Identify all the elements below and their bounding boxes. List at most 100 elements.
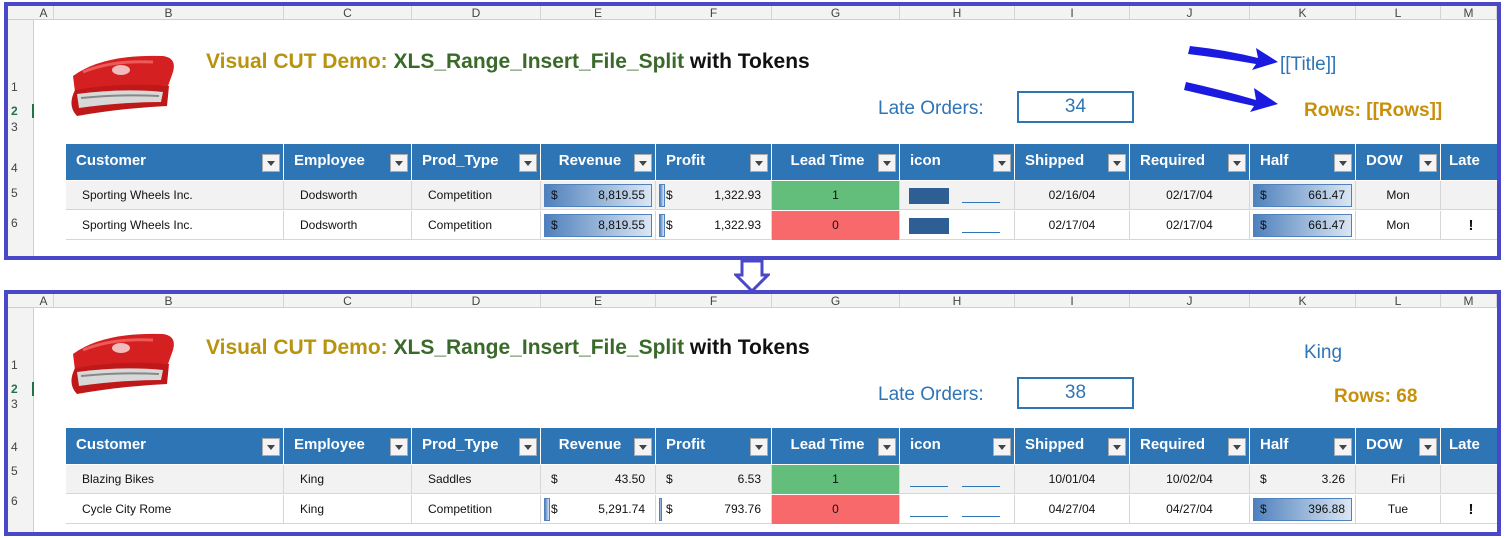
filter-dropdown-icon[interactable]	[1334, 154, 1352, 172]
cell-late[interactable]	[1441, 465, 1497, 494]
row-header-1[interactable]: 1	[8, 358, 34, 372]
header-profit[interactable]: Profit	[656, 428, 772, 464]
column-header-l[interactable]: L	[1356, 294, 1441, 308]
header-dow[interactable]: DOW	[1356, 428, 1441, 464]
column-header-l[interactable]: L	[1356, 6, 1441, 20]
column-header-d[interactable]: D	[412, 294, 541, 308]
filter-dropdown-icon[interactable]	[262, 154, 280, 172]
row-header-4[interactable]: 4	[8, 440, 34, 454]
cell-shipped[interactable]: 02/17/04	[1015, 211, 1130, 240]
cell-customer[interactable]: Sporting Wheels Inc.	[66, 211, 284, 240]
column-header-j[interactable]: J	[1130, 294, 1250, 308]
filter-dropdown-icon[interactable]	[750, 438, 768, 456]
cell-customer[interactable]: Sporting Wheels Inc.	[66, 181, 284, 210]
header-employee[interactable]: Employee	[284, 428, 412, 464]
cell-customer[interactable]: Blazing Bikes	[66, 465, 284, 494]
column-header-c[interactable]: C	[284, 6, 412, 20]
filter-dropdown-icon[interactable]	[634, 438, 652, 456]
header-prod-type[interactable]: Prod_Type	[412, 144, 541, 180]
filter-dropdown-icon[interactable]	[993, 438, 1011, 456]
cell-required[interactable]: 02/17/04	[1130, 211, 1250, 240]
header-customer[interactable]: Customer	[66, 428, 284, 464]
cell-dow[interactable]: Tue	[1356, 495, 1441, 524]
row-header-1[interactable]: 1	[8, 80, 34, 94]
header-icon[interactable]: icon	[900, 428, 1015, 464]
cell-half[interactable]: $3.26	[1250, 465, 1356, 494]
header-customer[interactable]: Customer	[66, 144, 284, 180]
cell-revenue[interactable]: $8,819.55	[541, 211, 656, 240]
cell-half[interactable]: $661.47	[1250, 211, 1356, 240]
filter-dropdown-icon[interactable]	[1228, 154, 1246, 172]
column-header-g[interactable]: G	[772, 6, 900, 20]
filter-dropdown-icon[interactable]	[993, 154, 1011, 172]
cell-required[interactable]: 02/17/04	[1130, 181, 1250, 210]
cell-lead-time[interactable]: 1	[772, 181, 900, 210]
cell-revenue[interactable]: $5,291.74	[541, 495, 656, 524]
column-header-m[interactable]: M	[1441, 294, 1497, 308]
filter-dropdown-icon[interactable]	[1334, 438, 1352, 456]
header-revenue[interactable]: Revenue	[541, 144, 656, 180]
header-lead-time[interactable]: Lead Time	[772, 428, 900, 464]
cell-employee[interactable]: King	[284, 465, 412, 494]
column-header-e[interactable]: E	[541, 6, 656, 20]
column-header-j[interactable]: J	[1130, 6, 1250, 20]
cell-shipped[interactable]: 04/27/04	[1015, 495, 1130, 524]
filter-dropdown-icon[interactable]	[750, 154, 768, 172]
header-required[interactable]: Required	[1130, 144, 1250, 180]
cell-required[interactable]: 04/27/04	[1130, 495, 1250, 524]
cell-profit[interactable]: $1,322.93	[656, 211, 772, 240]
header-late[interactable]: Late	[1441, 428, 1497, 464]
filter-dropdown-icon[interactable]	[878, 438, 896, 456]
cell-half[interactable]: $661.47	[1250, 181, 1356, 210]
row-header-4[interactable]: 4	[8, 161, 34, 175]
cell-employee[interactable]: Dodsworth	[284, 181, 412, 210]
filter-dropdown-icon[interactable]	[878, 154, 896, 172]
column-header-f[interactable]: F	[656, 294, 772, 308]
cell-icon[interactable]	[900, 465, 1015, 494]
cell-icon[interactable]	[900, 495, 1015, 524]
header-employee[interactable]: Employee	[284, 144, 412, 180]
header-half[interactable]: Half	[1250, 144, 1356, 180]
row-header-3[interactable]: 3	[8, 120, 34, 134]
column-header-c[interactable]: C	[284, 294, 412, 308]
header-profit[interactable]: Profit	[656, 144, 772, 180]
cell-required[interactable]: 10/02/04	[1130, 465, 1250, 494]
row-header-3[interactable]: 3	[8, 397, 34, 411]
cell-revenue[interactable]: $43.50	[541, 465, 656, 494]
column-header-a[interactable]: A	[34, 6, 54, 20]
cell-prod-type[interactable]: Competition	[412, 181, 541, 210]
filter-dropdown-icon[interactable]	[519, 154, 537, 172]
column-header-m[interactable]: M	[1441, 6, 1497, 20]
column-header-b[interactable]: B	[54, 6, 284, 20]
row-header-5[interactable]: 5	[8, 464, 34, 478]
cell-shipped[interactable]: 02/16/04	[1015, 181, 1130, 210]
late-orders-value[interactable]: 38	[1017, 377, 1134, 409]
cell-dow[interactable]: Mon	[1356, 211, 1441, 240]
filter-dropdown-icon[interactable]	[1419, 438, 1437, 456]
cell-profit[interactable]: $1,322.93	[656, 181, 772, 210]
column-header-e[interactable]: E	[541, 294, 656, 308]
cell-employee[interactable]: King	[284, 495, 412, 524]
filter-dropdown-icon[interactable]	[1228, 438, 1246, 456]
cell-late[interactable]: !	[1441, 495, 1497, 524]
column-header-k[interactable]: K	[1250, 6, 1356, 20]
row-header-2[interactable]: 2	[8, 104, 34, 118]
column-header-f[interactable]: F	[656, 6, 772, 20]
filter-dropdown-icon[interactable]	[390, 438, 408, 456]
cell-employee[interactable]: Dodsworth	[284, 211, 412, 240]
late-orders-value[interactable]: 34	[1017, 91, 1134, 123]
cell-revenue[interactable]: $8,819.55	[541, 181, 656, 210]
header-shipped[interactable]: Shipped	[1015, 428, 1130, 464]
row-header-6[interactable]: 6	[8, 494, 34, 508]
cell-prod-type[interactable]: Competition	[412, 495, 541, 524]
cell-late[interactable]	[1441, 181, 1497, 210]
column-header-d[interactable]: D	[412, 6, 541, 20]
column-header-i[interactable]: I	[1015, 294, 1130, 308]
cell-profit[interactable]: $6.53	[656, 465, 772, 494]
cell-dow[interactable]: Fri	[1356, 465, 1441, 494]
header-required[interactable]: Required	[1130, 428, 1250, 464]
cell-lead-time[interactable]: 0	[772, 211, 900, 240]
cell-customer[interactable]: Cycle City Rome	[66, 495, 284, 524]
cell-profit[interactable]: $793.76	[656, 495, 772, 524]
cell-late[interactable]: !	[1441, 211, 1497, 240]
